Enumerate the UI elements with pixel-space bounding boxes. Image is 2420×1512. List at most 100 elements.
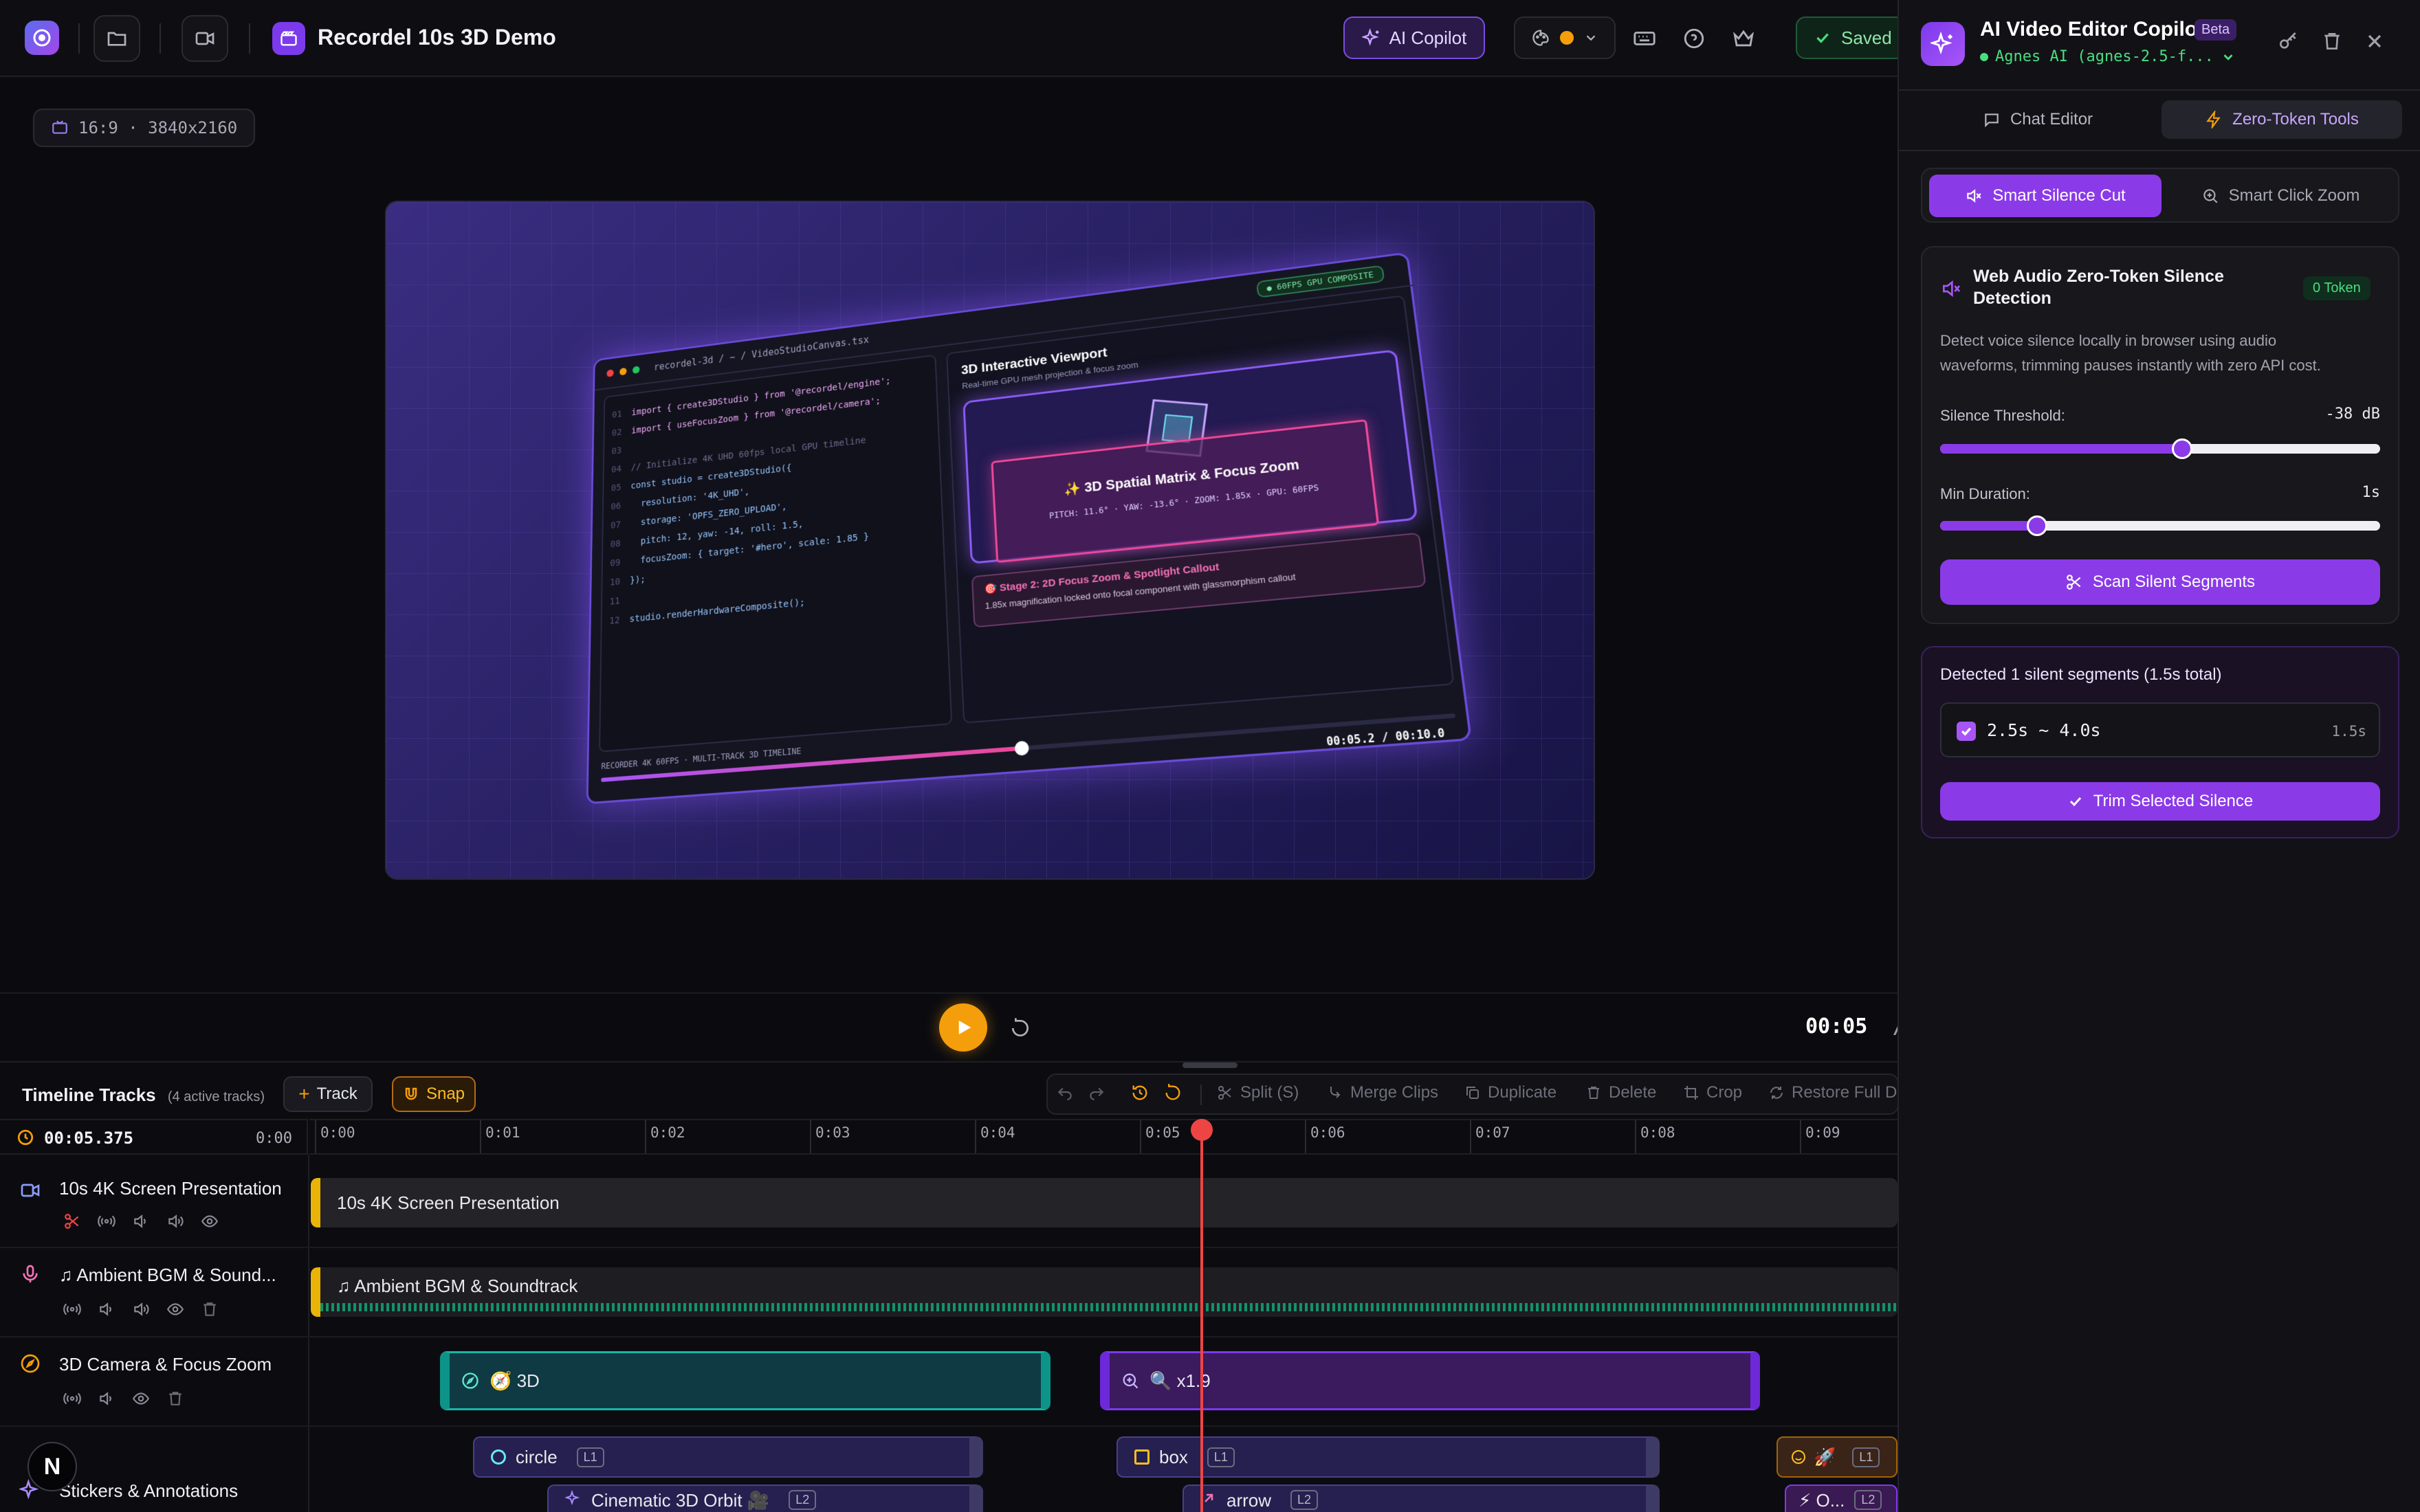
replay-button[interactable] [1006, 1014, 1034, 1042]
code-line-number: 11 [610, 596, 620, 607]
subtab-silence-label: Smart Silence Cut [1992, 186, 2125, 205]
code-block: 01 import { create3DStudio } from '@recor… [609, 367, 937, 632]
record-video-button[interactable] [182, 15, 228, 62]
theme-picker-button[interactable] [1514, 16, 1616, 59]
threshold-slider-knob[interactable] [2172, 438, 2192, 459]
trash-icon[interactable] [166, 1390, 184, 1408]
volume-icon[interactable] [132, 1212, 150, 1230]
time-ruler[interactable]: 0:00 0:01 0:02 0:03 0:04 0:05 0:06 0:07 0:08 0:09 [309, 1119, 1898, 1155]
audio-waves-icon[interactable] [98, 1212, 116, 1230]
sparkles-icon [565, 1490, 582, 1507]
compass-icon [19, 1353, 41, 1375]
audio-waves-icon[interactable] [63, 1390, 81, 1408]
scan-silent-segments-button[interactable]: Scan Silent Segments [1940, 559, 2380, 605]
clip-3d-camera[interactable]: 🧭 3D [440, 1351, 1050, 1410]
aspect-ratio-badge[interactable]: 16:9 · 3840x2160 [33, 109, 255, 147]
track-name-camera[interactable]: 3D Camera & Focus Zoom [59, 1354, 272, 1375]
scissors-icon[interactable] [63, 1212, 81, 1230]
api-key-button[interactable] [2277, 30, 2299, 52]
eye-icon[interactable] [201, 1212, 219, 1230]
ruler-tick [1305, 1120, 1306, 1153]
code-line-number: 05 [611, 482, 622, 493]
threshold-value: -38 dB [2298, 405, 2380, 423]
scan-label: Scan Silent Segments [2093, 572, 2255, 592]
clip-box[interactable]: box L1 [1116, 1436, 1660, 1478]
add-track-button[interactable]: + Track [283, 1076, 373, 1112]
subtab-smart-click-zoom[interactable]: Smart Click Zoom [2167, 175, 2394, 217]
playhead-handle[interactable] [1191, 1119, 1213, 1141]
video-camera-icon [194, 27, 216, 49]
eye-icon[interactable] [166, 1300, 184, 1318]
check-icon [2067, 793, 2084, 810]
code-line-number: 09 [610, 557, 620, 568]
clip-cinematic-orbit[interactable]: Cinematic 3D Orbit 🎥 L2 [547, 1485, 983, 1512]
ruler-tick-label: 0:01 [485, 1124, 520, 1141]
audio-waves-icon[interactable] [63, 1300, 81, 1318]
duration-slider-knob[interactable] [2027, 515, 2047, 536]
premium-button[interactable] [1726, 22, 1761, 55]
ruler-tick-label: 0:03 [815, 1124, 850, 1141]
timeline-resize-handle[interactable] [1182, 1063, 1238, 1068]
threshold-slider[interactable] [1940, 444, 2380, 454]
volume-icon[interactable] [98, 1300, 116, 1318]
segment-checkbox[interactable] [1957, 722, 1976, 741]
chevron-down-icon [1583, 30, 1598, 45]
clip-arrow[interactable]: arrow L2 [1182, 1485, 1660, 1512]
tab-tools-label: Zero-Token Tools [2232, 110, 2359, 129]
undo-icon [1056, 1083, 1074, 1101]
split-button[interactable]: Split (S) [1217, 1083, 1299, 1102]
clear-chat-button[interactable] [2321, 30, 2343, 52]
tab-zero-token-tools[interactable]: Zero-Token Tools [2162, 100, 2402, 139]
volume-up-icon[interactable] [132, 1300, 150, 1318]
ai-copilot-button[interactable]: AI Copilot [1343, 16, 1485, 59]
tab-chat-editor[interactable]: Chat Editor [1921, 100, 2155, 139]
snap-toggle[interactable]: Snap [392, 1076, 476, 1112]
duplicate-button[interactable]: Duplicate [1464, 1083, 1556, 1102]
track-name-bgm[interactable]: ♫ Ambient BGM & Sound... [59, 1265, 276, 1286]
user-avatar[interactable]: N [28, 1442, 77, 1491]
beta-badge: Beta [2194, 19, 2236, 41]
redo-icon [1088, 1083, 1106, 1101]
duration-slider[interactable] [1940, 521, 2380, 531]
reset-button[interactable] [1163, 1083, 1182, 1102]
theme-color-dot [1560, 31, 1574, 45]
keyboard-shortcuts-button[interactable] [1627, 22, 1662, 55]
open-project-button[interactable] [94, 15, 140, 62]
subtab-smart-silence-cut[interactable]: Smart Silence Cut [1929, 175, 2162, 217]
crop-label: Crop [1706, 1083, 1742, 1102]
clip-circle[interactable]: circle L1 [473, 1436, 983, 1478]
undo-button[interactable] [1056, 1083, 1074, 1101]
crop-button[interactable]: Crop [1683, 1083, 1742, 1102]
clip-focus-zoom[interactable]: 🔍 x1.9 [1100, 1351, 1760, 1410]
play-button[interactable] [939, 1003, 987, 1052]
clock-icon [16, 1129, 34, 1146]
redo-button[interactable] [1088, 1083, 1106, 1101]
clip-o[interactable]: ⚡ O... L2 [1785, 1485, 1898, 1512]
video-preview[interactable]: recordel-3d / ~ / VideoStudioCanvas.tsx … [385, 201, 1595, 880]
merge-button[interactable]: Merge Clips [1327, 1083, 1438, 1102]
restore-button[interactable]: Restore Full Du [1768, 1083, 1906, 1102]
close-panel-button[interactable] [2364, 30, 2386, 52]
track-name-screen[interactable]: 10s 4K Screen Presentation [59, 1178, 282, 1199]
clapperboard-icon [279, 29, 298, 48]
volume-icon[interactable] [98, 1390, 116, 1408]
playhead[interactable] [1200, 1119, 1203, 1512]
track-name-stickers[interactable]: Stickers & Annotations [59, 1480, 238, 1502]
results-summary: Detected 1 silent segments (1.5s total) [1940, 665, 2222, 685]
ruler-tick-label: 0:02 [650, 1124, 685, 1141]
delete-button[interactable]: Delete [1585, 1083, 1656, 1102]
model-selector[interactable]: Agnes AI (agnes-2.5-f... [1980, 48, 2236, 65]
project-title[interactable]: Recordel 10s 3D Demo [318, 25, 556, 50]
saved-status[interactable]: Saved [1796, 16, 1906, 59]
app-logo[interactable] [25, 21, 59, 55]
clip-rocket[interactable]: 🚀 L1 [1776, 1436, 1898, 1478]
ruler-tick [1635, 1120, 1636, 1153]
clip-screen-presentation[interactable]: 10s 4K Screen Presentation [311, 1178, 1898, 1227]
eye-icon[interactable] [132, 1390, 150, 1408]
silence-title-line1: Web Audio Zero-Token Silence [1973, 265, 2224, 287]
trim-selected-silence-button[interactable]: Trim Selected Silence [1940, 782, 2380, 821]
history-button[interactable] [1130, 1083, 1150, 1102]
help-button[interactable] [1676, 22, 1712, 55]
trash-icon[interactable] [201, 1300, 219, 1318]
volume-up-icon[interactable] [166, 1212, 184, 1230]
